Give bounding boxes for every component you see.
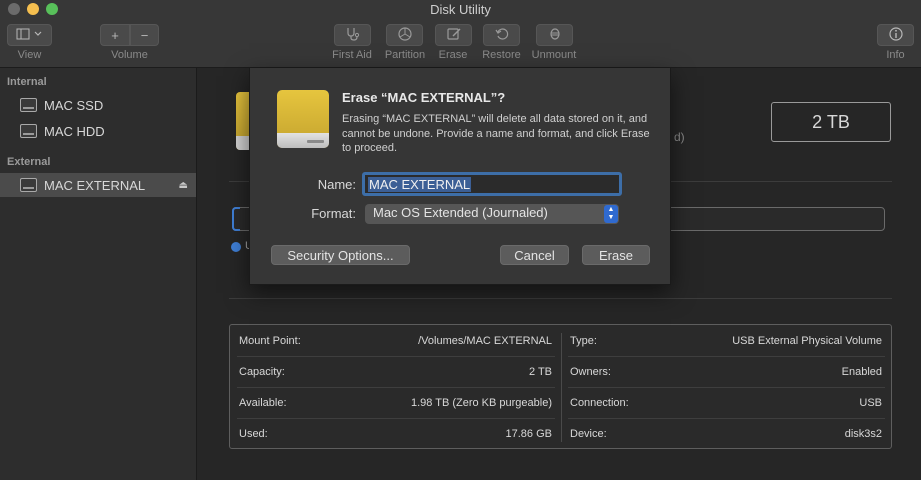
info-row-device: Device: disk3s2 xyxy=(561,418,891,449)
info-key: Available: xyxy=(239,397,287,409)
info-value: disk3s2 xyxy=(844,428,882,440)
window-title: Disk Utility xyxy=(430,2,491,17)
erase-dialog: Erase “MAC EXTERNAL”? Erasing “MAC EXTER… xyxy=(249,68,671,285)
pie-chart-icon xyxy=(397,26,412,44)
name-input-value: MAC EXTERNAL xyxy=(368,177,472,192)
erase-toolbar-button[interactable] xyxy=(435,24,472,46)
restore-label: Restore xyxy=(482,49,521,61)
row-divider xyxy=(568,356,885,357)
drive-icon xyxy=(20,124,37,138)
row-divider xyxy=(568,418,885,419)
view-label: View xyxy=(17,49,42,61)
info-key: Device: xyxy=(570,428,607,440)
volume-subtitle-fragment: d) xyxy=(674,130,685,144)
info-value: Enabled xyxy=(841,366,882,378)
sidebar-item-mac-hdd[interactable]: MAC HDD xyxy=(0,119,196,143)
sidebar-item-label: MAC HDD xyxy=(44,123,105,139)
sidebar-item-mac-ssd[interactable]: MAC SSD xyxy=(0,93,196,117)
info-row-available: Available: 1.98 TB (Zero KB purgeable) xyxy=(230,387,561,418)
unmount-label: Unmount xyxy=(531,49,577,61)
row-divider xyxy=(237,356,555,357)
plus-icon: + xyxy=(111,27,119,43)
drive-icon xyxy=(20,98,37,112)
format-select-value: Mac OS Extended (Journaled) xyxy=(373,205,548,220)
security-options-button[interactable]: Security Options... xyxy=(271,245,410,265)
info-icon xyxy=(888,26,903,44)
eject-icon[interactable]: ⏏ xyxy=(179,180,188,191)
partition-label: Partition xyxy=(384,49,426,61)
volume-label: Volume xyxy=(111,49,148,61)
info-row-owners: Owners: Enabled xyxy=(561,356,891,387)
first-aid-button[interactable] xyxy=(334,24,371,46)
info-key: Capacity: xyxy=(239,366,285,378)
sidebar-icon xyxy=(16,28,44,43)
sidebar: Internal MAC SSD MAC HDD External MAC EX… xyxy=(0,68,197,480)
unmount-button[interactable] xyxy=(536,24,573,46)
info-row-connection: Connection: USB xyxy=(561,387,891,418)
name-input[interactable]: MAC EXTERNAL xyxy=(362,172,622,196)
info-key: Connection: xyxy=(570,397,629,409)
row-divider xyxy=(237,387,555,388)
info-key: Mount Point: xyxy=(239,335,301,347)
sidebar-header-internal: Internal xyxy=(7,76,47,88)
erase-label: Erase xyxy=(438,49,468,61)
eraser-icon xyxy=(446,27,462,44)
remove-volume-button[interactable]: − xyxy=(130,24,159,46)
volume-info-table: Mount Point: /Volumes/MAC EXTERNAL Capac… xyxy=(229,324,892,449)
format-label: Format: xyxy=(311,206,356,221)
external-disk-icon xyxy=(277,90,329,148)
info-value: 1.98 TB (Zero KB purgeable) xyxy=(410,397,552,409)
info-button[interactable] xyxy=(877,24,914,46)
format-select[interactable]: Mac OS Extended (Journaled) ▲ ▼ xyxy=(365,204,619,224)
info-value: 2 TB xyxy=(528,366,552,378)
unmount-icon xyxy=(548,27,562,44)
dialog-message: Erasing “MAC EXTERNAL” will delete all d… xyxy=(342,113,650,154)
cancel-button[interactable]: Cancel xyxy=(500,245,569,265)
legend-dot xyxy=(231,242,241,252)
name-label: Name: xyxy=(317,177,356,192)
info-key: Type: xyxy=(570,335,597,347)
usage-bar-used-segment xyxy=(232,207,240,231)
info-row-mount-point: Mount Point: /Volumes/MAC EXTERNAL xyxy=(230,325,561,356)
divider xyxy=(229,298,892,299)
info-row-used: Used: 17.86 GB xyxy=(230,418,561,449)
row-divider xyxy=(568,387,885,388)
info-key: Owners: xyxy=(570,366,611,378)
stethoscope-icon xyxy=(345,27,361,44)
partition-button[interactable] xyxy=(386,24,423,46)
info-value: USB External Physical Volume xyxy=(732,335,882,347)
sidebar-header-external: External xyxy=(7,156,51,168)
restore-icon xyxy=(495,27,509,44)
first-aid-label: First Aid xyxy=(332,49,372,61)
info-label: Info xyxy=(886,49,905,61)
external-drive-icon xyxy=(20,178,37,192)
sidebar-item-mac-external[interactable]: MAC EXTERNAL ⏏ xyxy=(0,173,196,197)
view-button[interactable] xyxy=(7,24,52,46)
add-volume-button[interactable]: + xyxy=(100,24,130,46)
up-down-chevron-icon: ▲ ▼ xyxy=(604,205,618,223)
restore-button[interactable] xyxy=(483,24,520,46)
erase-button[interactable]: Erase xyxy=(582,245,650,265)
sidebar-item-label: MAC EXTERNAL xyxy=(44,177,146,193)
minus-icon: − xyxy=(140,27,149,43)
info-value: 17.86 GB xyxy=(505,428,552,440)
title-bar: Disk Utility View + − Volume First Aid P… xyxy=(0,0,921,68)
info-key: Used: xyxy=(239,428,268,440)
row-divider xyxy=(237,418,555,419)
capacity-box: 2 TB xyxy=(771,102,891,142)
sidebar-item-label: MAC SSD xyxy=(44,97,104,113)
info-row-capacity: Capacity: 2 TB xyxy=(230,356,561,387)
info-value: /Volumes/MAC EXTERNAL xyxy=(418,335,552,347)
dialog-title: Erase “MAC EXTERNAL”? xyxy=(342,90,506,105)
info-row-type: Type: USB External Physical Volume xyxy=(561,325,891,356)
info-value: USB xyxy=(859,397,882,409)
